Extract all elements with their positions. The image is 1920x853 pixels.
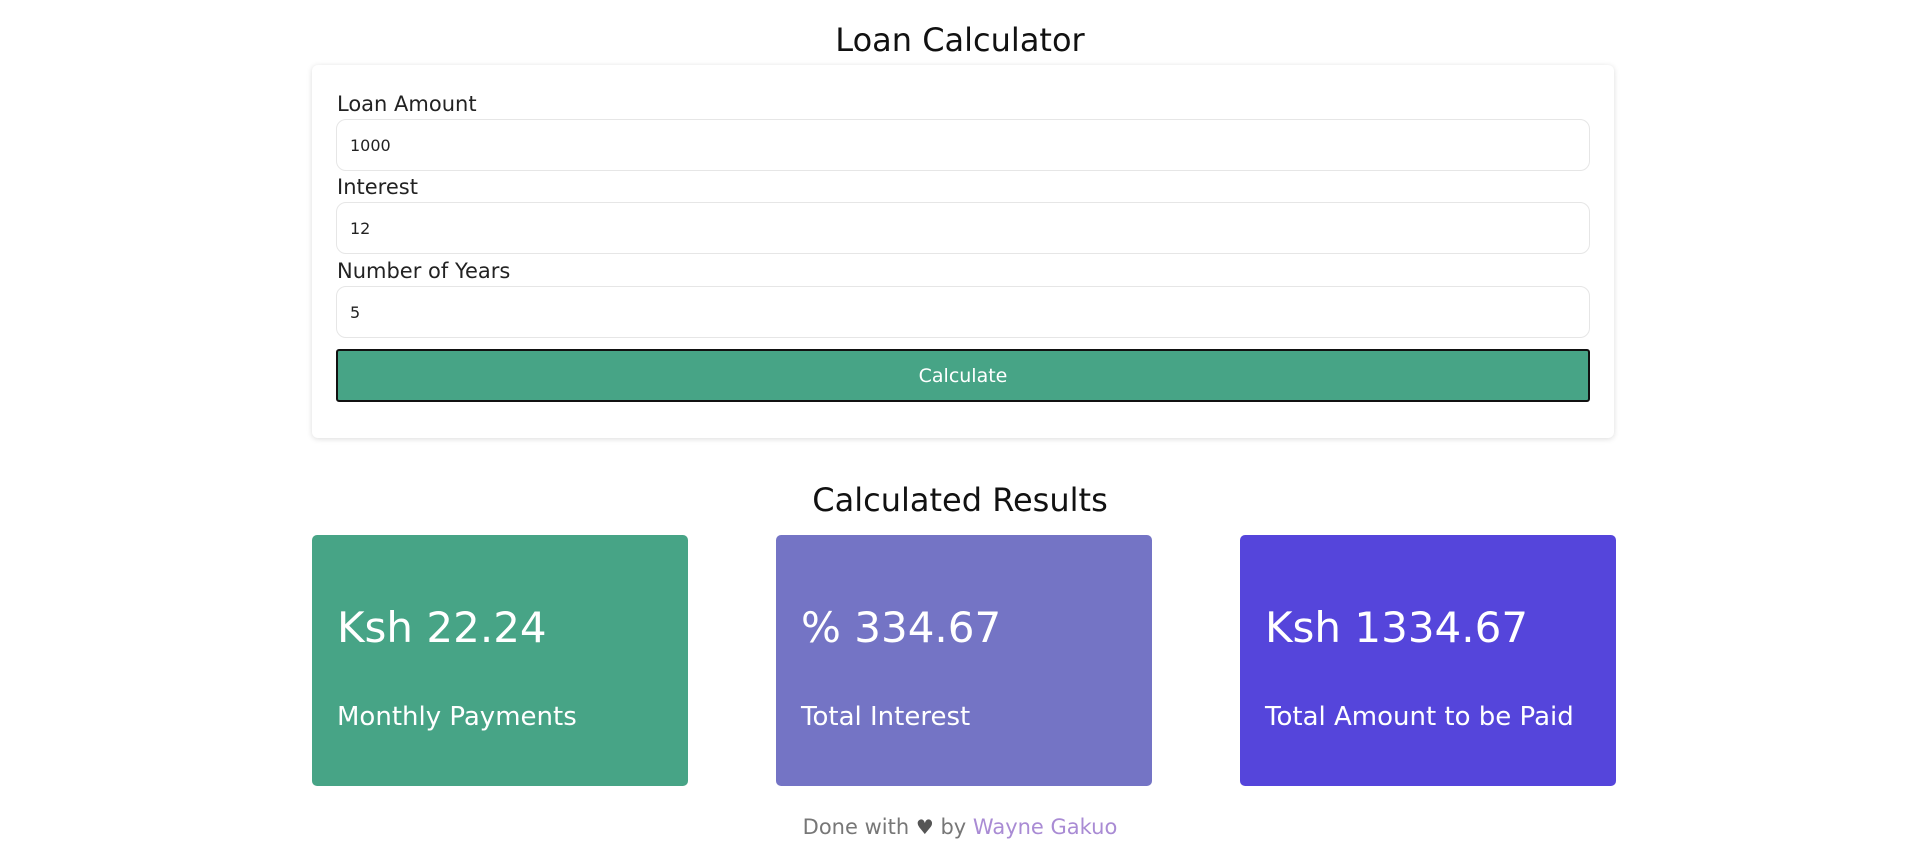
interest-input[interactable]: [336, 202, 1590, 254]
years-label: Number of Years: [337, 259, 511, 283]
total-interest-label: Total Interest: [801, 702, 971, 732]
loan-amount-label: Loan Amount: [337, 92, 477, 116]
loan-amount-input[interactable]: [336, 119, 1590, 171]
author-link[interactable]: Wayne Gakuo: [973, 815, 1117, 839]
monthly-payments-label: Monthly Payments: [337, 702, 577, 732]
footer: Done with ♥ by Wayne Gakuo: [0, 813, 1920, 841]
total-amount-value: Ksh 1334.67: [1265, 603, 1529, 652]
total-amount-card: Ksh 1334.67 Total Amount to be Paid: [1240, 535, 1616, 786]
total-amount-label: Total Amount to be Paid: [1265, 702, 1574, 732]
calculate-button[interactable]: Calculate: [336, 349, 1590, 402]
interest-label: Interest: [337, 175, 418, 199]
footer-by: by: [940, 815, 967, 839]
total-interest-value: % 334.67: [801, 603, 1002, 652]
footer-prefix: Done with: [802, 815, 910, 839]
loan-calculator-page: Loan Calculator Loan Amount Interest Num…: [0, 0, 1920, 853]
monthly-payments-value: Ksh 22.24: [337, 603, 547, 652]
loan-form-card: Loan Amount Interest Number of Years Cal…: [312, 65, 1614, 438]
total-interest-card: % 334.67 Total Interest: [776, 535, 1152, 786]
years-input[interactable]: [336, 286, 1590, 338]
page-title: Loan Calculator: [835, 21, 1085, 59]
heart-icon: ♥: [915, 815, 934, 839]
results-title: Calculated Results: [812, 481, 1108, 519]
monthly-payments-card: Ksh 22.24 Monthly Payments: [312, 535, 688, 786]
